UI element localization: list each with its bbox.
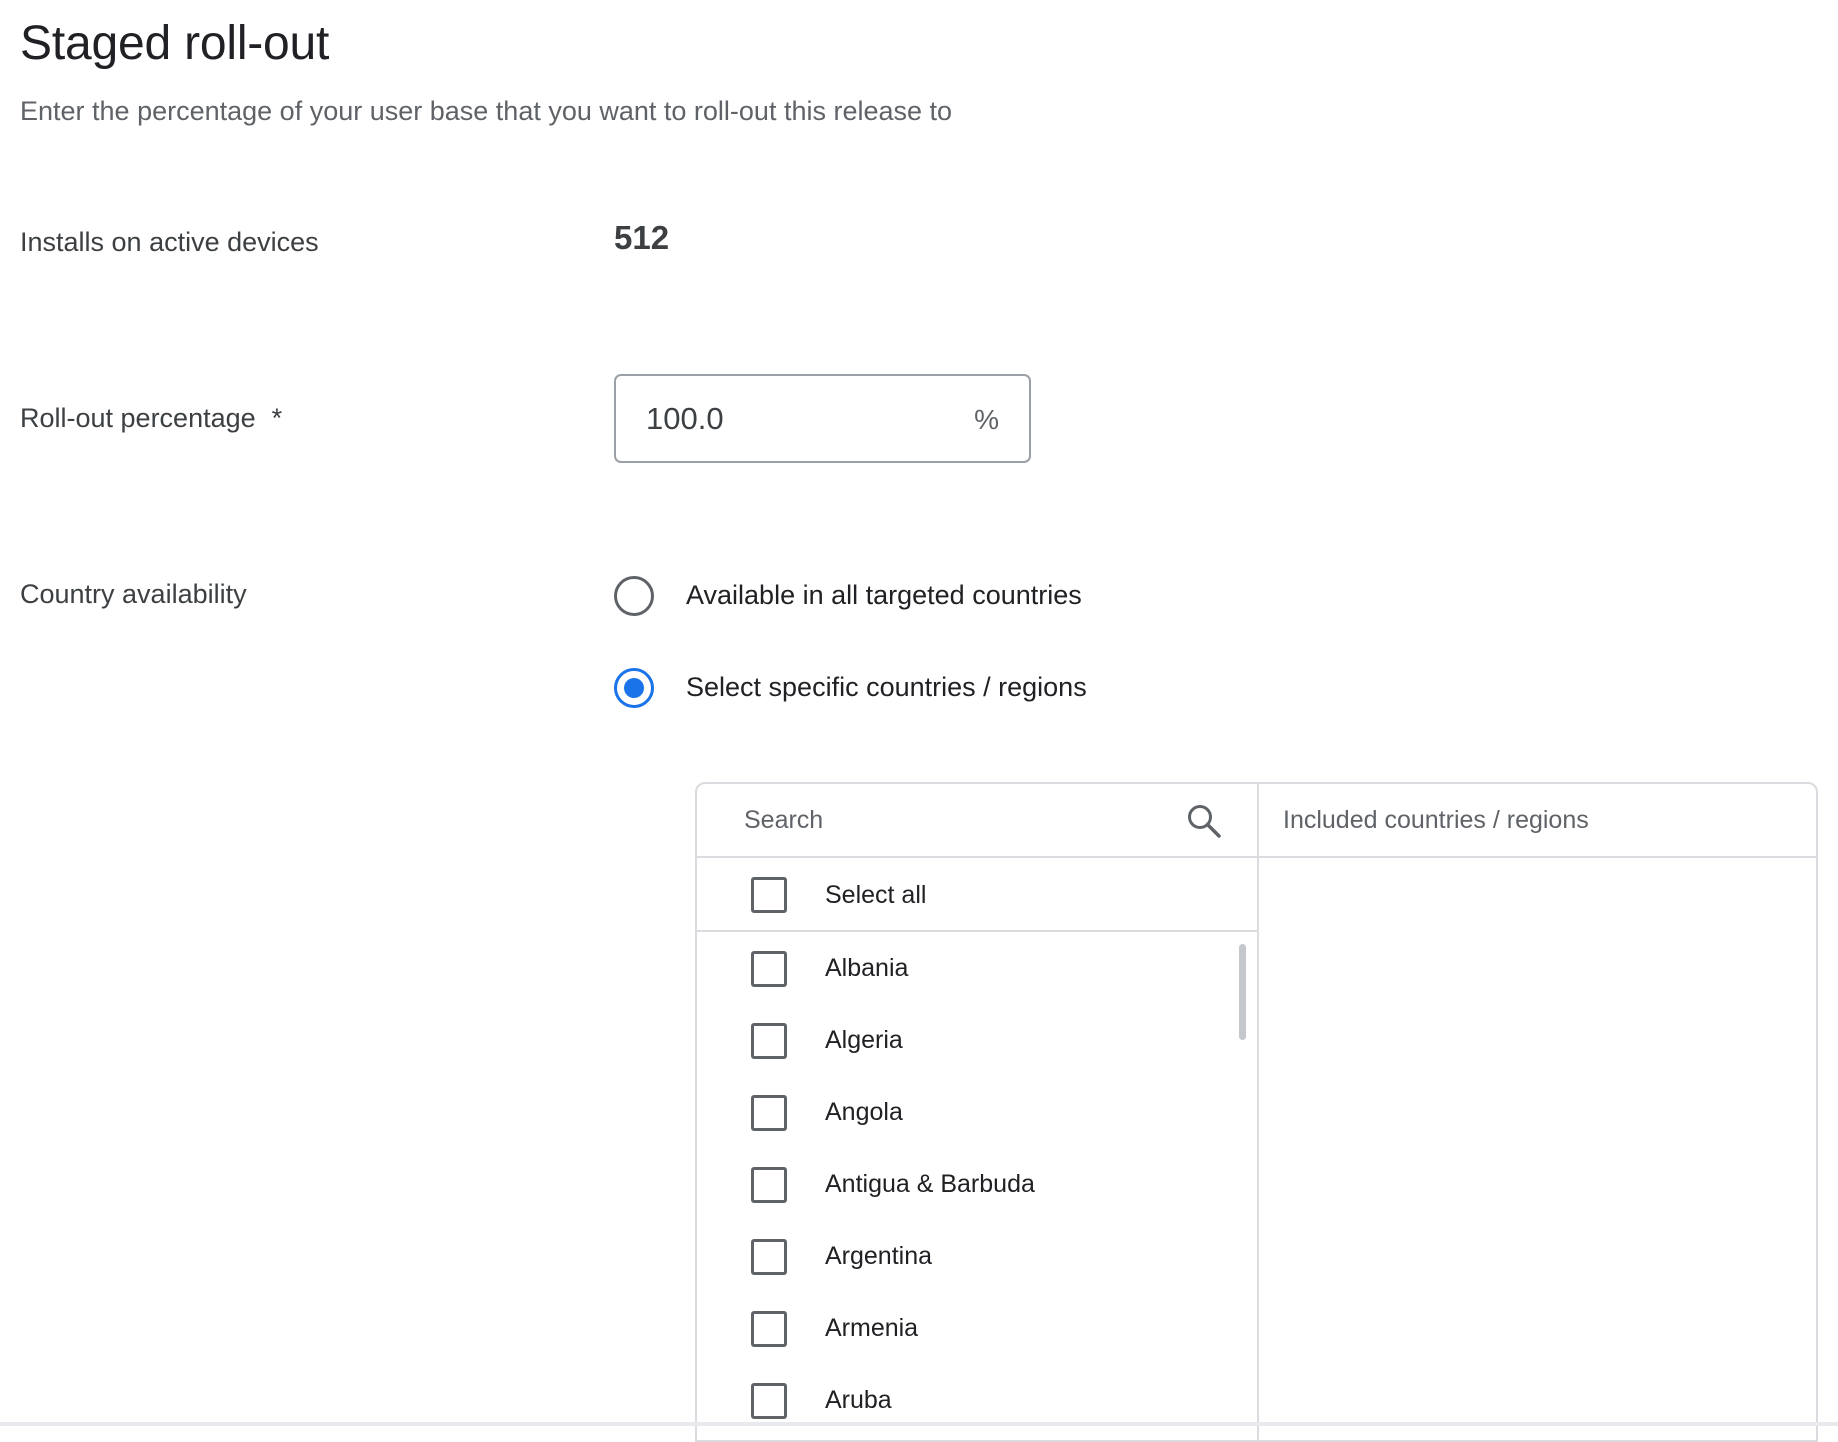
country-item-argentina[interactable]: Argentina	[697, 1220, 1257, 1292]
available-countries-panel: Select all Albania Algeria Angola Antig	[697, 784, 1259, 1440]
rollout-percentage-input[interactable]	[646, 398, 946, 440]
select-all-row[interactable]: Select all	[697, 858, 1257, 932]
rollout-percentage-label-text: Roll-out percentage	[20, 403, 256, 433]
select-all-label[interactable]: Select all	[825, 881, 926, 910]
rollout-percentage-field[interactable]: %	[614, 374, 1031, 463]
percent-suffix: %	[974, 404, 999, 435]
bottom-divider	[0, 1422, 1838, 1426]
country-label[interactable]: Argentina	[825, 1242, 932, 1271]
installs-label: Installs on active devices	[20, 227, 319, 257]
country-item-angola[interactable]: Angola	[697, 1076, 1257, 1148]
radio-all-countries-label[interactable]: Available in all targeted countries	[686, 580, 1082, 611]
country-item-algeria[interactable]: Algeria	[697, 1004, 1257, 1076]
country-label[interactable]: Albania	[825, 954, 908, 983]
country-picker: Select all Albania Algeria Angola Antig	[695, 782, 1818, 1442]
select-all-checkbox[interactable]	[751, 877, 787, 913]
country-label[interactable]: Algeria	[825, 1026, 903, 1055]
required-marker: *	[271, 403, 283, 433]
country-checkbox[interactable]	[751, 1095, 787, 1131]
country-checkbox[interactable]	[751, 1023, 787, 1059]
country-label[interactable]: Angola	[825, 1098, 903, 1127]
country-list-scrollbar[interactable]	[1239, 944, 1246, 1040]
country-list: Albania Algeria Angola Antigua & Barbuda…	[697, 932, 1257, 1440]
rollout-percentage-label: Roll-out percentage *	[20, 403, 282, 434]
radio-specific-countries-label[interactable]: Select specific countries / regions	[686, 672, 1087, 703]
country-item-albania[interactable]: Albania	[697, 932, 1257, 1004]
radio-all-countries[interactable]	[614, 576, 654, 616]
country-checkbox[interactable]	[751, 1167, 787, 1203]
country-item-armenia[interactable]: Armenia	[697, 1292, 1257, 1364]
radio-specific-countries[interactable]	[614, 668, 654, 708]
search-input[interactable]	[744, 802, 1144, 838]
included-countries-header: Included countries / regions	[1259, 784, 1816, 858]
country-label[interactable]: Armenia	[825, 1314, 918, 1343]
country-label[interactable]: Antigua & Barbuda	[825, 1170, 1035, 1199]
country-availability-label: Country availability	[20, 579, 247, 609]
page-title: Staged roll-out	[20, 17, 330, 70]
included-countries-title: Included countries / regions	[1283, 806, 1589, 834]
country-checkbox[interactable]	[751, 951, 787, 987]
page-subtitle: Enter the percentage of your user base t…	[20, 96, 953, 126]
country-checkbox[interactable]	[751, 1383, 787, 1419]
staged-rollout-page: Staged roll-out Enter the percentage of …	[0, 0, 1838, 1442]
installs-value: 512	[614, 219, 670, 256]
country-item-antigua-barbuda[interactable]: Antigua & Barbuda	[697, 1148, 1257, 1220]
country-label[interactable]: Aruba	[825, 1386, 892, 1415]
search-icon[interactable]	[1184, 801, 1224, 841]
search-bar	[697, 784, 1257, 858]
country-checkbox[interactable]	[751, 1311, 787, 1347]
included-countries-panel: Included countries / regions	[1259, 784, 1816, 1440]
country-checkbox[interactable]	[751, 1239, 787, 1275]
radio-selected-dot	[624, 678, 644, 698]
